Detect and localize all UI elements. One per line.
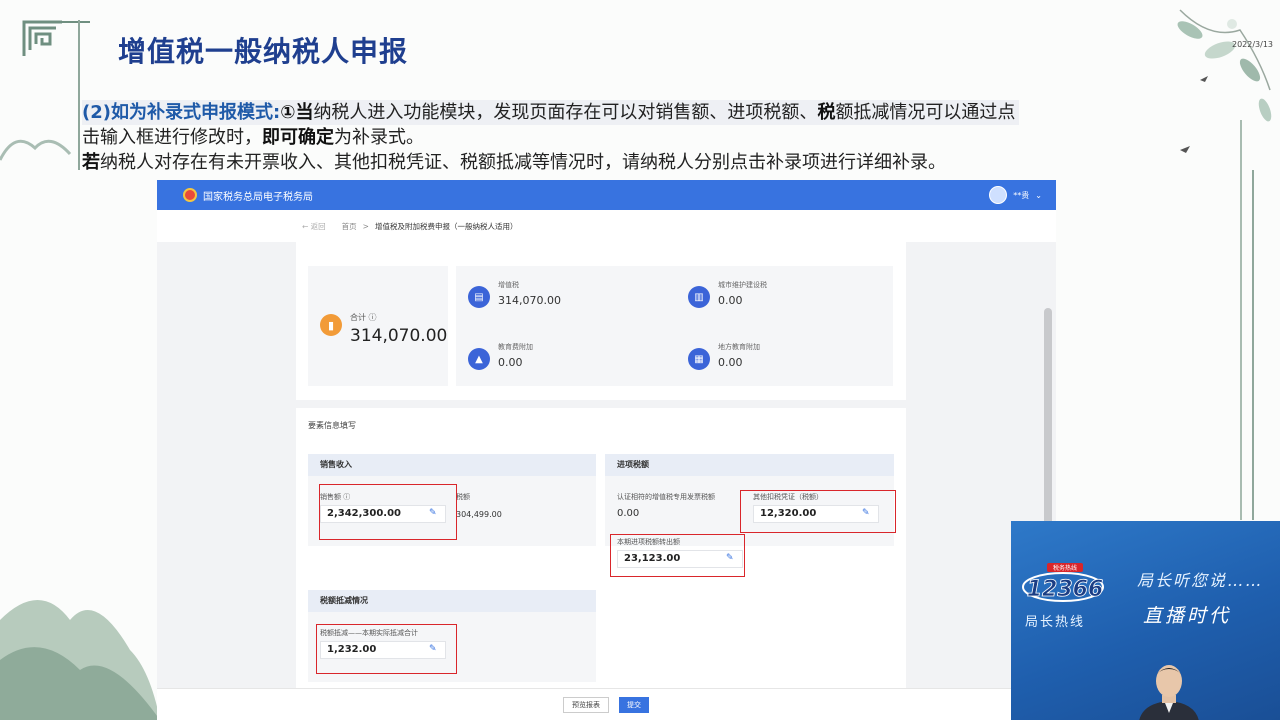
video-slogan: 局长听您说…… <box>1137 571 1264 590</box>
decorative-line <box>1240 120 1242 520</box>
total-box: ▮ 合计 ⓘ 314,070.00 <box>308 266 448 386</box>
graduation-cap-icon: ▲ <box>468 348 490 370</box>
chart-icon: ▮ <box>320 314 342 336</box>
transfer-value: 23,123.00 <box>624 553 681 564</box>
highlight-box <box>740 490 896 533</box>
slide-title: 增值税一般纳税人申报 <box>118 35 409 68</box>
book-icon: ▦ <box>688 348 710 370</box>
breadcrumb-current: 增值税及附加税费申报（一般纳税人适用） <box>374 221 518 231</box>
tax-emblem-icon <box>183 188 197 202</box>
decorative-line <box>1252 170 1254 520</box>
tax-item-value: 0.00 <box>718 294 743 307</box>
mode-label: (2)如为补录式申报模式: <box>82 102 281 123</box>
logo-badge: 税务热线 <box>1053 564 1077 572</box>
tax-item-value: 0.00 <box>718 356 743 369</box>
step-number: ① <box>280 102 296 123</box>
form-title: 要素信息填写 <box>308 421 356 430</box>
corner-ornament <box>22 20 90 56</box>
video-overlay: 税务热线 12366 局长听您说…… 局长热线 直播时代 <box>1011 521 1280 720</box>
bottom-bar: 预览报表 提交 <box>157 688 1056 720</box>
tax-item-local-education: ▦ 地方教育附加 0.00 <box>688 342 888 382</box>
video-hotline-label: 局长热线 <box>1025 615 1086 630</box>
total-value: 314,070.00 <box>350 326 448 346</box>
transfer-label: 本期进项税额转出额 <box>617 538 680 546</box>
tax-item-value: 0.00 <box>498 356 523 369</box>
logo-digits: 12366 <box>1027 577 1104 602</box>
section-head: 进项税额 <box>605 454 894 476</box>
invoice-icon: ▤ <box>468 286 490 308</box>
tax-item-label: 教育费附加 <box>498 343 533 351</box>
user-menu[interactable]: **贵 ⌄ <box>989 186 1042 204</box>
chevron-down-icon[interactable]: ⌄ <box>1035 191 1042 200</box>
back-link[interactable]: ← 返回 <box>302 221 326 232</box>
slide-date: 2022/3/13 <box>1232 40 1274 49</box>
form-card: 要素信息填写 销售收入 销售额 ⓘ 2,342,300.00 ✎ 税额 304,… <box>296 408 906 720</box>
user-name: **贵 <box>1013 190 1030 200</box>
text-bold: 若 <box>82 152 100 173</box>
hotline-logo: 税务热线 12366 <box>1022 563 1104 602</box>
edit-icon[interactable]: ✎ <box>726 553 736 563</box>
tax-summary-grid: ▤ 增值税 314,070.00 ▥ 城市维护建设税 0.00 ▲ 教育费附加 … <box>456 266 893 386</box>
total-label: 合计 ⓘ <box>350 313 377 322</box>
breadcrumb-separator: > <box>362 221 369 231</box>
app-brand: 国家税务总局电子税务局 <box>203 191 313 203</box>
tax-item-value: 314,070.00 <box>498 294 561 307</box>
cloud-decoration <box>0 139 72 161</box>
text-segment: 额抵减情况可以通过点 <box>835 102 1016 123</box>
tax-item-label: 城市维护建设税 <box>718 281 767 289</box>
cert-label: 认证相符的增值税专用发票税额 <box>617 493 715 501</box>
text-bold: 当 <box>295 102 314 123</box>
breadcrumb-home[interactable]: 首页 <box>342 221 357 232</box>
app-header: 国家税务总局电子税务局 **贵 ⌄ <box>157 180 1056 210</box>
mountain-decoration <box>0 600 160 720</box>
submit-button[interactable]: 提交 <box>619 697 649 713</box>
avatar[interactable] <box>989 186 1008 204</box>
building-icon: ▥ <box>688 286 710 308</box>
text-segment: 纳税人进入功能模块，发现页面存在可以对销售额、进项税额、 <box>313 102 818 123</box>
text-bold: 即可确定 <box>262 127 334 148</box>
cert-value: 0.00 <box>617 508 640 519</box>
section-head: 销售收入 <box>308 454 596 476</box>
app-screenshot: 国家税务总局电子税务局 **贵 ⌄ ← 返回 首页 > 增值税及附加税费申报（一… <box>157 180 1056 720</box>
highlight-box <box>319 484 457 540</box>
sales-tax-label: 税额 <box>456 493 470 501</box>
highlight-box <box>316 624 457 674</box>
presenter-image <box>1139 665 1199 720</box>
text-bold: 税 <box>817 102 836 123</box>
transfer-input[interactable]: 23,123.00 ✎ <box>617 550 743 568</box>
text-segment: 为补录式。 <box>334 127 424 148</box>
tax-item-label: 增值税 <box>498 281 519 289</box>
sales-tax-value: 304,499.00 <box>456 510 502 519</box>
preview-button[interactable]: 预览报表 <box>563 697 609 713</box>
tax-item-urban: ▥ 城市维护建设税 0.00 <box>688 280 888 320</box>
instruction-text: (2)如为补录式申报模式:①当纳税人进入功能模块，发现页面存在可以对销售额、进项… <box>82 100 1222 175</box>
text-segment: 击输入框进行修改时， <box>82 127 262 148</box>
video-live-label: 直播时代 <box>1143 605 1232 627</box>
summary-card: ▮ 合计 ⓘ 314,070.00 ▤ 增值税 314,070.00 ▥ 城市维… <box>296 242 906 400</box>
main-content: ▮ 合计 ⓘ 314,070.00 ▤ 增值税 314,070.00 ▥ 城市维… <box>296 242 906 720</box>
text-segment: 纳税人对存在有未开票收入、其他扣税凭证、税额抵减等情况时，请纳税人分别点击补录项… <box>100 152 946 173</box>
breadcrumb: ← 返回 首页 > 增值税及附加税费申报（一般纳税人适用） <box>157 210 1056 242</box>
section-head: 税额抵减情况 <box>308 590 596 612</box>
tax-item-vat: ▤ 增值税 314,070.00 <box>468 280 668 320</box>
tax-item-education: ▲ 教育费附加 0.00 <box>468 342 668 382</box>
tax-item-label: 地方教育附加 <box>718 343 760 351</box>
